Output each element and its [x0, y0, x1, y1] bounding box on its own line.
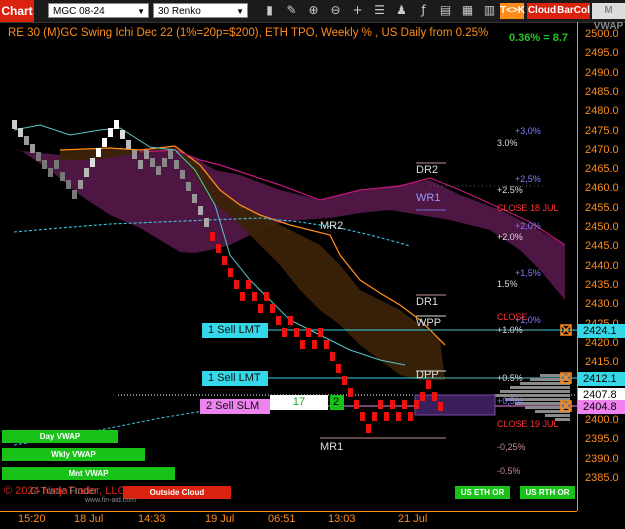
outside-cloud-label: Outside Cloud — [123, 486, 231, 499]
indicators-icon[interactable]: ƒ — [416, 3, 431, 18]
sell-stop-order-tag[interactable]: 2 Sell SLM — [200, 399, 270, 414]
us-eth-or-label: US ETH OR — [455, 486, 510, 499]
time-tick: 21 Jul — [398, 513, 428, 525]
day-vwap-label: Day VWAP — [2, 430, 118, 443]
level-wr1: WR1 — [416, 192, 441, 204]
price-tick: 2500.0 — [585, 28, 619, 40]
pct-level: -0,25% — [497, 442, 526, 452]
price-tick: 2440.0 — [585, 259, 619, 272]
sell-limit-order-tag[interactable]: 1 Sell LMT — [202, 371, 268, 386]
level-dr2: DR2 — [416, 164, 439, 176]
price-tick: 2490.0 — [585, 66, 619, 79]
price-tick: 2415.0 — [585, 356, 619, 369]
chevron-down-icon: ▼ — [236, 7, 244, 16]
crosshair-icon[interactable]: + — [350, 3, 365, 18]
price-tick: 2450.0 — [585, 221, 619, 233]
watermark-text: C-Trade Finder — [30, 486, 98, 497]
pct-level: +0,5% — [497, 396, 523, 406]
price-tick: 2495.0 — [585, 47, 619, 60]
price-tick: 2460.0 — [585, 182, 619, 195]
bar-style-icon[interactable]: ▮ — [262, 3, 277, 18]
pct-level: 1.5% — [497, 279, 518, 289]
pct-level: +1,0% — [515, 315, 541, 325]
pct-level: +1,5% — [515, 268, 541, 278]
sell-limit-order-tag[interactable]: 1 Sell LMT — [202, 323, 268, 338]
tk-button[interactable]: T<>K — [500, 3, 525, 19]
price-tag: 2424.1 — [578, 324, 625, 338]
price-tick: 2430.0 — [585, 298, 619, 311]
monthly-vwap-label: Mnt VWAP — [2, 467, 175, 480]
price-tick: 2480.0 — [585, 105, 619, 118]
close-18-jul-label: CLOSE 18 JUL — [497, 203, 559, 213]
bar-type-selector[interactable]: 30 Renko ▼ — [153, 3, 248, 18]
price-tick: 2475.0 — [585, 124, 619, 137]
price-tick: 2385.0 — [585, 471, 619, 484]
level-mr2: MR2 — [320, 220, 344, 232]
price-tick: 2420.0 — [585, 336, 619, 349]
price-tick: 2465.0 — [585, 163, 619, 176]
price-tick: 2390.0 — [585, 452, 619, 465]
price-tick: 2395.0 — [585, 433, 619, 446]
chart-toolbar: Chart MGC 08-24 ▼ 30 Renko ▼ ▮ ✎ ⊕ ⊖ + ☰… — [0, 0, 625, 32]
chart-trader-icon[interactable]: ▥ — [482, 3, 497, 18]
level-dr1: DR1 — [416, 296, 439, 308]
pct-level: -0.5% — [497, 466, 521, 476]
chart-tab[interactable]: Chart — [0, 0, 34, 22]
close-19-jul-label: CLOSE 19 JUL — [497, 419, 559, 429]
watermark-url: www.fin-aid.com — [85, 497, 136, 504]
order-quantity-box[interactable]: 17 — [270, 395, 328, 410]
barcol-button[interactable]: BarCol — [557, 3, 590, 19]
bar-type-label: 30 Renko — [158, 6, 201, 17]
instrument-label: MGC 08-24 — [53, 6, 105, 17]
price-tick: 2445.0 — [585, 240, 619, 253]
level-dpp: DPP — [416, 369, 439, 381]
time-tick: 06:51 — [268, 513, 296, 525]
us-rth-or-label: US RTH OR — [520, 486, 575, 499]
zoom-out-icon[interactable]: ⊖ — [328, 3, 343, 18]
pct-level: +1.0% — [497, 325, 523, 335]
time-axis-line — [0, 511, 577, 512]
time-tick: 19 Jul — [205, 513, 235, 525]
zoom-in-icon[interactable]: ⊕ — [306, 3, 321, 18]
time-tick: 15:20 — [18, 513, 46, 525]
time-tick: 13:03 — [328, 513, 356, 525]
price-tick: 2470.0 — [585, 143, 619, 156]
price-tick: 2485.0 — [585, 85, 619, 98]
time-tick: 18 Jul — [74, 513, 104, 525]
pct-level: +2,5% — [515, 174, 541, 184]
pct-level: +2,0% — [515, 221, 541, 231]
price-tick: 2435.0 — [585, 278, 619, 291]
mvwap-button[interactable]: M VWAP — [592, 3, 625, 32]
chart-title: RE 30 (M)GC Swing Ichi Dec 22 (1%=20p=$2… — [8, 27, 489, 39]
properties-icon[interactable]: ☰ — [372, 3, 387, 18]
level-wpp: WPP — [416, 317, 442, 329]
pct-level: +2.0% — [497, 232, 523, 242]
pct-readout: 0.36% = 8.7 — [509, 32, 569, 44]
cloud-button[interactable]: Cloud — [527, 3, 557, 19]
draw-tool-icon[interactable]: ✎ — [284, 3, 299, 18]
level-mr1: MR1 — [320, 441, 344, 453]
pct-level: +2.5% — [497, 185, 523, 195]
pct-level: +0.5% — [497, 373, 523, 383]
instrument-selector[interactable]: MGC 08-24 ▼ — [48, 3, 149, 18]
chevron-down-icon: ▼ — [137, 7, 145, 16]
price-tick: 2400.0 — [585, 414, 619, 426]
templates-icon[interactable]: ▤ — [438, 3, 453, 18]
time-tick: 14:33 — [138, 513, 166, 525]
data-box-icon[interactable]: ▦ — [460, 3, 475, 18]
price-tag: 2404.8 — [578, 400, 625, 414]
price-tick: 2455.0 — [585, 201, 619, 214]
pct-level: 3.0% — [497, 138, 518, 148]
price-tag: 2412.1 — [578, 372, 625, 386]
weekly-vwap-label: Wkly VWAP — [2, 448, 145, 461]
strategies-icon[interactable]: ♟ — [394, 3, 409, 18]
pct-level: +3,0% — [515, 126, 541, 136]
position-size-box[interactable]: 2 — [330, 395, 344, 410]
